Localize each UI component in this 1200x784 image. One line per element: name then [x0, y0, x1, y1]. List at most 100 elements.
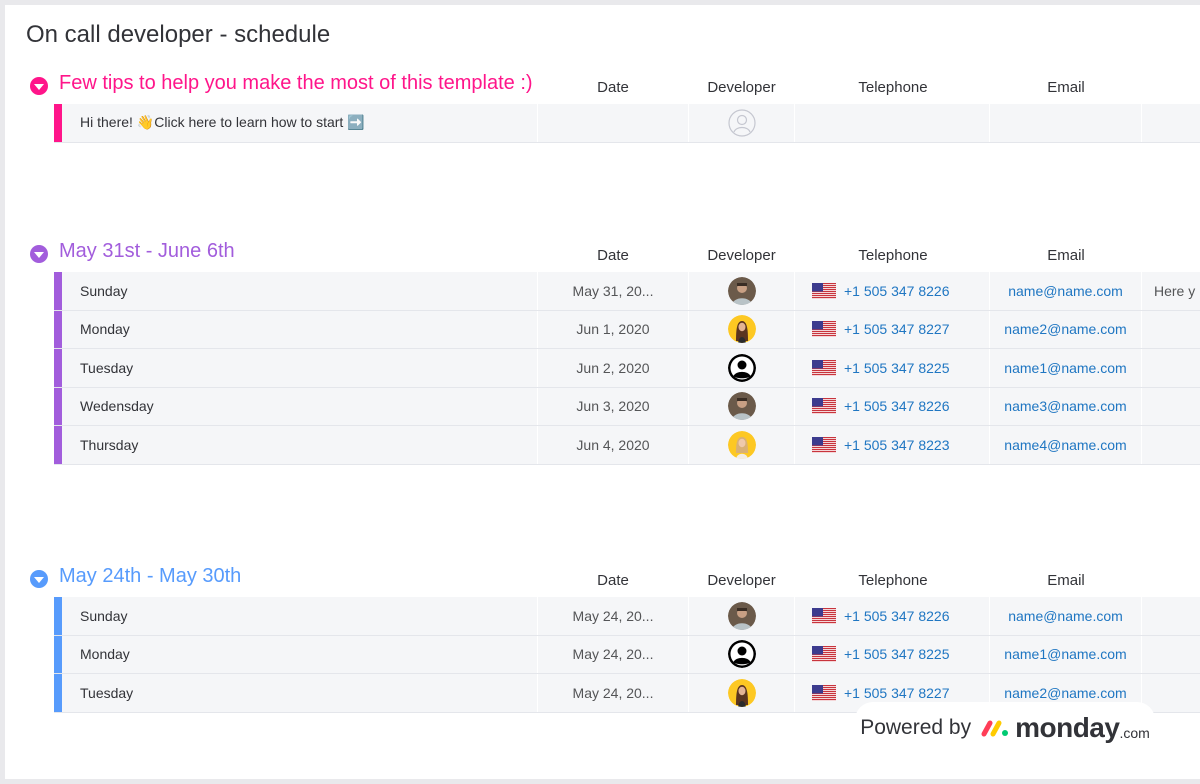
column-header-email[interactable]: Email	[990, 79, 1142, 96]
group: Few tips to help you make the most of th…	[5, 68, 1200, 143]
telephone-cell[interactable]: +1 505 347 8225	[795, 349, 990, 387]
text-cell[interactable]	[1142, 311, 1200, 349]
text-cell[interactable]	[1142, 426, 1200, 464]
telephone-link[interactable]: +1 505 347 8226	[844, 283, 950, 299]
item-name[interactable]: Monday	[80, 310, 538, 348]
date-cell[interactable]	[538, 104, 689, 142]
date-cell[interactable]: May 24, 20...	[538, 597, 689, 635]
email-cell[interactable]: name@name.com	[990, 272, 1142, 310]
date-cell[interactable]: Jun 2, 2020	[538, 349, 689, 387]
text-cell[interactable]	[1142, 597, 1200, 635]
email-cell[interactable]: name3@name.com	[990, 387, 1142, 425]
collapse-group-icon[interactable]	[30, 570, 48, 588]
email-cell[interactable]: name2@name.com	[990, 310, 1142, 348]
developer-cell[interactable]	[689, 387, 795, 425]
email-link[interactable]: name@name.com	[1008, 283, 1123, 299]
developer-cell[interactable]	[689, 349, 795, 387]
telephone-link[interactable]: +1 505 347 8223	[844, 437, 950, 453]
telephone-cell[interactable]: +1 505 347 8226	[795, 387, 990, 425]
email-link[interactable]: name2@name.com	[1004, 321, 1126, 337]
email-cell[interactable]: name@name.com	[990, 597, 1142, 635]
telephone-cell[interactable]: +1 505 347 8226	[795, 597, 990, 635]
telephone-link[interactable]: +1 505 347 8227	[844, 685, 950, 701]
telephone-link[interactable]: +1 505 347 8226	[844, 608, 950, 624]
email-cell[interactable]	[990, 104, 1142, 142]
collapse-group-icon[interactable]	[30, 77, 48, 95]
email-link[interactable]: name3@name.com	[1004, 398, 1126, 414]
developer-cell[interactable]	[689, 310, 795, 348]
telephone-cell[interactable]: +1 505 347 8226	[795, 272, 990, 310]
column-header-date[interactable]: Date	[538, 247, 688, 264]
date-cell[interactable]: Jun 4, 2020	[538, 426, 689, 464]
column-header-telephone[interactable]: Telephone	[796, 79, 990, 96]
date-cell[interactable]: May 24, 20...	[538, 674, 689, 712]
email-link[interactable]: name2@name.com	[1004, 685, 1126, 701]
column-header-telephone[interactable]: Telephone	[796, 572, 990, 589]
table-row[interactable]: Monday Jun 1, 2020 +1 505 347 8227 name2@na…	[54, 310, 1200, 349]
column-header-developer[interactable]: Developer	[689, 247, 794, 264]
column-header-developer[interactable]: Developer	[689, 79, 794, 96]
item-name[interactable]: Sunday	[80, 272, 538, 310]
table-row[interactable]: Monday May 24, 20... +1 505 347 8225 name1@…	[54, 635, 1200, 674]
email-link[interactable]: name@name.com	[1008, 608, 1123, 624]
developer-cell[interactable]	[689, 597, 795, 635]
column-header-date[interactable]: Date	[538, 79, 688, 96]
email-link[interactable]: name4@name.com	[1004, 437, 1126, 453]
telephone-link[interactable]: +1 505 347 8226	[844, 398, 950, 414]
date-cell[interactable]: May 24, 20...	[538, 635, 689, 673]
column-header-telephone[interactable]: Telephone	[796, 247, 990, 264]
item-name[interactable]: Wedensday	[80, 387, 538, 425]
item-name[interactable]: Monday	[80, 635, 538, 673]
developer-cell[interactable]	[689, 426, 795, 464]
date-cell[interactable]: Jun 1, 2020	[538, 310, 689, 348]
developer-cell[interactable]	[689, 674, 795, 712]
telephone-cell[interactable]: +1 505 347 8225	[795, 635, 990, 673]
email-cell[interactable]: name4@name.com	[990, 426, 1142, 464]
group-title[interactable]: Few tips to help you make the most of th…	[59, 72, 533, 95]
table-row[interactable]: Thursday Jun 4, 2020 +1 505 347 8223 name4@…	[54, 426, 1200, 465]
telephone-cell[interactable]	[795, 104, 990, 142]
column-header-email[interactable]: Email	[990, 247, 1142, 264]
table-row[interactable]: Wedensday Jun 3, 2020 +1 505 347 8226 name3…	[54, 387, 1200, 426]
text-cell[interactable]	[1142, 674, 1200, 712]
telephone-cell[interactable]: +1 505 347 8223	[795, 426, 990, 464]
avatar-woman1-icon	[727, 678, 756, 707]
text-cell[interactable]: Here y	[1142, 272, 1200, 310]
table-row[interactable]: Sunday May 24, 20... +1 505 347 8226 name@n…	[54, 597, 1200, 636]
group-color-bar	[54, 635, 62, 673]
date-cell[interactable]: May 31, 20...	[538, 272, 689, 310]
telephone-link[interactable]: +1 505 347 8225	[844, 360, 950, 376]
avatar-man-icon	[727, 392, 756, 421]
column-header-developer[interactable]: Developer	[689, 572, 794, 589]
telephone-link[interactable]: +1 505 347 8227	[844, 321, 950, 337]
developer-cell[interactable]	[689, 635, 795, 673]
text-cell[interactable]	[1142, 349, 1200, 387]
item-name[interactable]: Hi there! 👋Click here to learn how to st…	[80, 104, 538, 142]
group-title[interactable]: May 31st - June 6th	[59, 240, 235, 263]
table-row[interactable]: Hi there! 👋Click here to learn how to st…	[54, 104, 1200, 143]
collapse-group-icon[interactable]	[30, 245, 48, 263]
table-row[interactable]: Tuesday Jun 2, 2020 +1 505 347 8225 name1@n…	[54, 349, 1200, 388]
powered-by-badge[interactable]: Powered by monday .com	[855, 702, 1155, 754]
item-name[interactable]: Sunday	[80, 597, 538, 635]
item-name[interactable]: Tuesday	[80, 349, 538, 387]
avatar-empty-icon	[727, 109, 756, 137]
email-link[interactable]: name1@name.com	[1004, 646, 1126, 662]
developer-cell[interactable]	[689, 272, 795, 310]
group-title[interactable]: May 24th - May 30th	[59, 565, 241, 588]
email-cell[interactable]: name1@name.com	[990, 635, 1142, 673]
telephone-link[interactable]: +1 505 347 8225	[844, 646, 950, 662]
developer-cell[interactable]	[689, 104, 795, 142]
text-cell[interactable]	[1142, 636, 1200, 674]
table-row[interactable]: Sunday May 31, 20... +1 505 347 8226 name@n…	[54, 272, 1200, 311]
telephone-cell[interactable]: +1 505 347 8227	[795, 310, 990, 348]
email-cell[interactable]: name1@name.com	[990, 349, 1142, 387]
column-header-date[interactable]: Date	[538, 572, 688, 589]
text-cell[interactable]	[1142, 388, 1200, 426]
column-header-email[interactable]: Email	[990, 572, 1142, 589]
item-name[interactable]: Thursday	[80, 426, 538, 464]
email-link[interactable]: name1@name.com	[1004, 360, 1126, 376]
text-cell[interactable]	[1142, 104, 1200, 142]
date-cell[interactable]: Jun 3, 2020	[538, 387, 689, 425]
item-name[interactable]: Tuesday	[80, 674, 538, 712]
